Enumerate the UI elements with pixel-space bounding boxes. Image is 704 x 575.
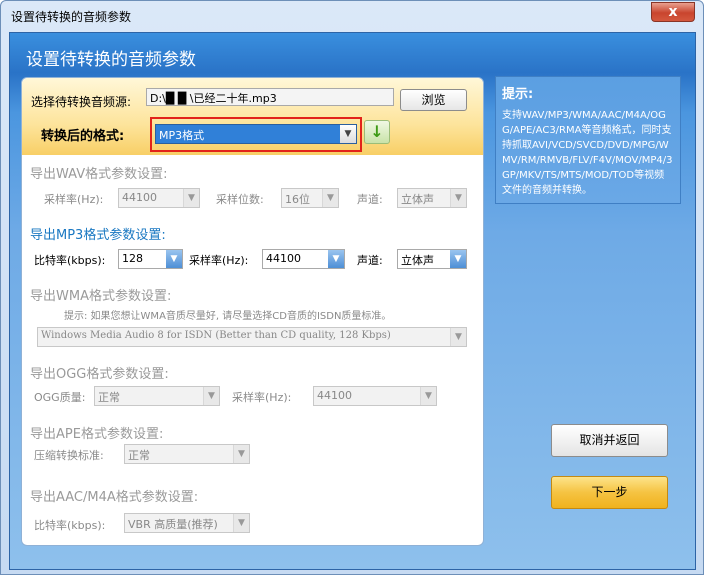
download-arrow-icon[interactable]: ↓ (364, 120, 390, 144)
aac-section-title: 导出AAC/M4A格式参数设置: (30, 490, 199, 505)
ape-section-title: 导出APE格式参数设置: (30, 427, 164, 442)
wma-section-title: 导出WMA格式参数设置: (30, 289, 172, 304)
aac-bitrate-label: 比特率(kbps): (34, 519, 106, 532)
wav-channel-label: 声道: (357, 193, 383, 206)
page-title: 设置待转换的音频参数 (26, 50, 196, 70)
chevron-down-icon: ▼ (340, 125, 356, 143)
ape-std-value: 正常 (128, 449, 150, 462)
source-label: 选择待转换音频源: (31, 95, 132, 109)
mp3-bitrate-label: 比特率(kbps): (34, 254, 106, 267)
mp3-rate-select[interactable]: 44100 ▼ (262, 249, 345, 269)
wma-profile-select[interactable]: Windows Media Audio 8 for ISDN (Better t… (37, 327, 467, 347)
wma-hint-text: 提示: 如果您想让WMA音质尽量好, 请尽量选择CD音质的ISDN质量标准。 (64, 311, 392, 322)
chevron-down-icon: ▼ (328, 250, 344, 268)
mp3-channel-label: 声道: (357, 254, 383, 267)
mp3-bitrate-value: 128 (122, 252, 143, 265)
chevron-down-icon: ▼ (183, 189, 199, 207)
wav-bits-select[interactable]: 16位 ▼ (281, 188, 339, 208)
mp3-rate-label: 采样率(Hz): (189, 254, 249, 267)
chevron-down-icon: ▼ (233, 445, 249, 463)
wav-bits-value: 16位 (285, 193, 310, 206)
wav-rate-label: 采样率(Hz): (44, 193, 104, 206)
wav-channel-value: 立体声 (401, 193, 434, 206)
next-step-button[interactable]: 下一步 (551, 476, 668, 509)
aac-bitrate-value: VBR 高质量(推荐) (128, 518, 218, 531)
ogg-section-title: 导出OGG格式参数设置: (30, 367, 169, 382)
wma-profile-value: Windows Media Audio 8 for ISDN (Better t… (41, 330, 391, 341)
chevron-down-icon: ▼ (450, 189, 466, 207)
hint-body: 支持WAV/MP3/WMA/AAC/M4A/OGG/APE/AC3/RMA等音频… (502, 110, 673, 196)
ogg-quality-label: OGG质量: (34, 391, 86, 404)
ogg-rate-value: 44100 (317, 389, 352, 402)
mp3-rate-value: 44100 (266, 252, 301, 265)
format-select[interactable]: MP3格式 ▼ (155, 124, 357, 144)
close-button[interactable]: x (651, 2, 695, 22)
wav-bits-label: 采样位数: (216, 193, 264, 206)
ogg-quality-select[interactable]: 正常 ▼ (94, 386, 220, 406)
wav-rate-value: 44100 (122, 191, 157, 204)
wav-channel-select[interactable]: 立体声 ▼ (397, 188, 467, 208)
mp3-channel-value: 立体声 (401, 254, 434, 267)
mp3-channel-select[interactable]: 立体声 ▼ (397, 249, 467, 269)
window-title: 设置待转换的音频参数 (11, 10, 132, 24)
ape-std-select[interactable]: 正常 ▼ (124, 444, 250, 464)
chevron-down-icon: ▼ (322, 189, 338, 207)
title-bar: 设置待转换的音频参数 x (1, 1, 703, 31)
browse-button[interactable]: 浏览 (400, 89, 467, 111)
aac-bitrate-select[interactable]: VBR 高质量(推荐) ▼ (124, 513, 250, 533)
ape-std-label: 压缩转换标准: (34, 449, 104, 462)
mp3-bitrate-select[interactable]: 128 ▼ (118, 249, 183, 269)
chevron-down-icon: ▼ (450, 328, 466, 346)
hint-title: 提示: (502, 87, 534, 102)
ogg-rate-label: 采样率(Hz): (232, 391, 292, 404)
ogg-rate-select[interactable]: 44100 ▼ (313, 386, 437, 406)
chevron-down-icon: ▼ (166, 250, 182, 268)
chevron-down-icon: ▼ (420, 387, 436, 405)
hint-box: 提示: 支持WAV/MP3/WMA/AAC/M4A/OGG/APE/AC3/RM… (495, 76, 681, 204)
wav-section-title: 导出WAV格式参数设置: (30, 167, 168, 182)
chevron-down-icon: ▼ (203, 387, 219, 405)
cancel-return-button[interactable]: 取消并返回 (551, 424, 668, 457)
chevron-down-icon: ▼ (233, 514, 249, 532)
mp3-section-title: 导出MP3格式参数设置: (30, 228, 166, 243)
source-path-field[interactable]: D:\█ █ \已经二十年.mp3 (146, 88, 394, 106)
chevron-down-icon: ▼ (450, 250, 466, 268)
wav-rate-select[interactable]: 44100 ▼ (118, 188, 200, 208)
format-select-value: MP3格式 (159, 129, 205, 142)
format-label: 转换后的格式: (41, 129, 125, 144)
ogg-quality-value: 正常 (98, 391, 120, 404)
